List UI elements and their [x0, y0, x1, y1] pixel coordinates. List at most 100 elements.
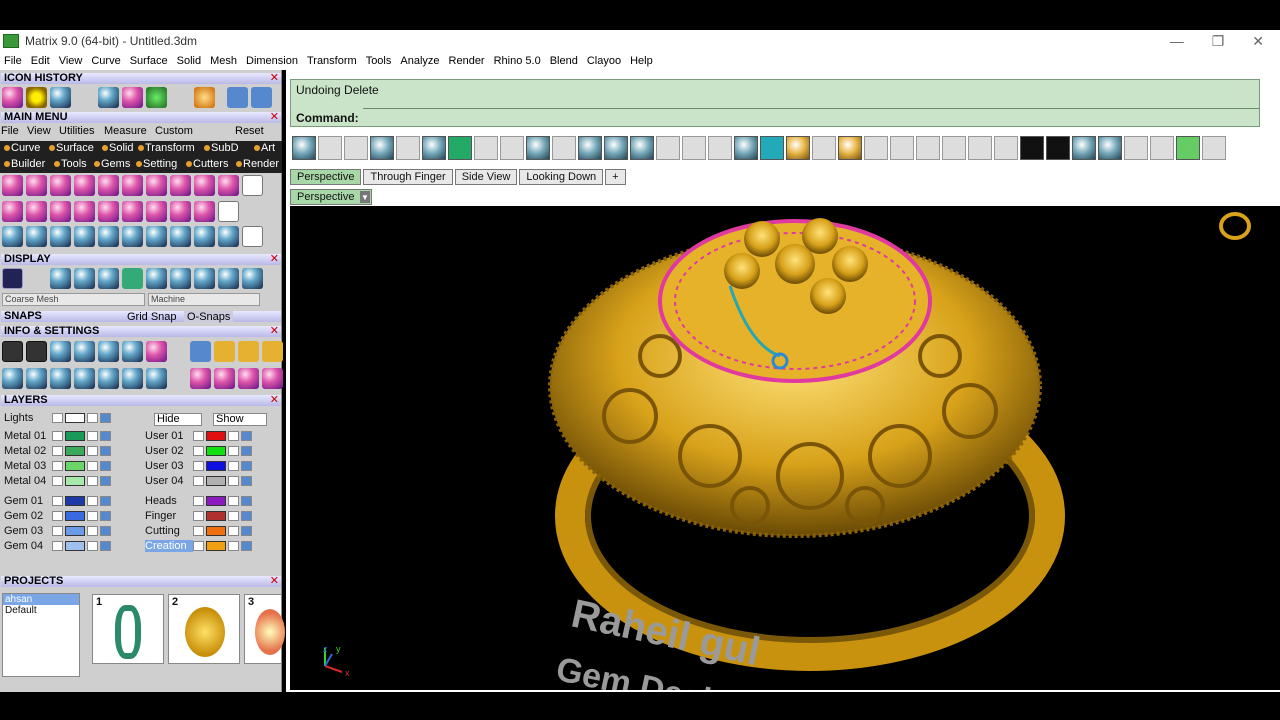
projects-list[interactable]: ahsan Default — [2, 593, 80, 677]
arrow-icon[interactable] — [146, 226, 167, 247]
project-thumb-1[interactable]: 1 — [92, 594, 164, 664]
box-icon[interactable] — [122, 175, 143, 196]
layer-name[interactable]: Finger — [145, 510, 193, 522]
wireframe-icon[interactable] — [2, 268, 23, 289]
fe-icon[interactable] — [552, 136, 576, 160]
menu-analyze[interactable]: Analyze — [400, 55, 439, 67]
dots-icon[interactable] — [812, 136, 836, 160]
bar-icon[interactable] — [838, 136, 862, 160]
move-icon[interactable] — [98, 226, 119, 247]
back-arrow-icon[interactable] — [227, 87, 248, 108]
lock-icon[interactable] — [228, 476, 239, 486]
p-icon[interactable] — [422, 136, 446, 160]
lock-icon[interactable] — [228, 526, 239, 536]
snap-d-icon[interactable] — [262, 341, 283, 362]
expand-toggle-icon[interactable] — [193, 461, 204, 471]
visible-icon[interactable] — [100, 496, 111, 506]
layer-name[interactable]: User 01 — [145, 430, 193, 442]
menu-view[interactable]: View — [59, 55, 83, 67]
layer-name[interactable]: User 04 — [145, 475, 193, 487]
menu-clayoo[interactable]: Clayoo — [587, 55, 621, 67]
brush-icon[interactable] — [170, 87, 191, 108]
cylinder-tb-icon[interactable] — [1072, 136, 1096, 160]
osnaps-toggle[interactable]: O-Snaps — [184, 311, 234, 323]
capsule-icon[interactable] — [50, 87, 71, 108]
layer-color-swatch[interactable] — [65, 431, 85, 441]
box-info-icon[interactable] — [74, 341, 95, 362]
expand-toggle-icon[interactable] — [52, 413, 63, 423]
arc-icon[interactable] — [122, 87, 143, 108]
gear-icon[interactable] — [194, 87, 215, 108]
pattern-icon[interactable] — [396, 136, 420, 160]
menu-solid[interactable]: Solid — [177, 55, 201, 67]
expand-toggle-icon[interactable] — [193, 446, 204, 456]
tab-through-finger[interactable]: Through Finger — [363, 169, 453, 185]
spaceship-icon[interactable] — [292, 136, 316, 160]
display-mode-select[interactable]: Machine — [148, 293, 260, 306]
circle-icon[interactable] — [318, 136, 342, 160]
cylinder-icon[interactable] — [2, 87, 23, 108]
close-icon[interactable]: ✕ — [270, 73, 279, 84]
visible-icon[interactable] — [241, 431, 252, 441]
layer-name[interactable]: Gem 03 — [4, 525, 52, 537]
ring-c-icon[interactable] — [238, 368, 259, 389]
plane-icon[interactable] — [448, 136, 472, 160]
menu-surface[interactable]: Surface — [130, 55, 168, 67]
scale-icon[interactable] — [122, 226, 143, 247]
close-icon[interactable]: ✕ — [270, 395, 279, 406]
mm-utilities[interactable]: Utilities — [59, 125, 94, 137]
grid-icon[interactable] — [2, 368, 23, 389]
lock-icon[interactable] — [87, 511, 98, 521]
render-icon[interactable] — [50, 268, 71, 289]
close-x-icon[interactable] — [864, 136, 888, 160]
save-icon[interactable] — [734, 136, 758, 160]
expand-toggle-icon[interactable] — [52, 431, 63, 441]
mirror-icon[interactable] — [578, 136, 602, 160]
layer-color-swatch[interactable] — [65, 541, 85, 551]
sphere-a-icon[interactable] — [146, 268, 167, 289]
expand-toggle-icon[interactable] — [193, 511, 204, 521]
visible-icon[interactable] — [241, 476, 252, 486]
sphere-b-icon[interactable] — [170, 268, 191, 289]
lock-icon[interactable] — [228, 431, 239, 441]
sphere-c-icon[interactable] — [194, 268, 215, 289]
split-icon[interactable] — [74, 226, 95, 247]
lock-icon[interactable] — [87, 461, 98, 471]
menu-blend[interactable]: Blend — [550, 55, 578, 67]
visible-icon[interactable] — [100, 511, 111, 521]
gear-settings-icon[interactable] — [786, 136, 810, 160]
cat-transform[interactable]: Transform — [138, 142, 195, 154]
visible-icon[interactable] — [241, 461, 252, 471]
grid-snap-toggle[interactable]: Grid Snap — [127, 311, 177, 323]
layer-color-swatch[interactable] — [65, 446, 85, 456]
mm-view[interactable]: View — [27, 125, 51, 137]
trim-icon[interactable] — [50, 226, 71, 247]
visible-icon[interactable] — [100, 431, 111, 441]
list-icon[interactable] — [146, 368, 167, 389]
up-down-icon[interactable] — [942, 136, 966, 160]
ring-icon[interactable] — [26, 175, 47, 196]
gem-icon[interactable] — [26, 87, 47, 108]
tab-perspective[interactable]: Perspective — [290, 169, 362, 185]
menu-render[interactable]: Render — [449, 55, 485, 67]
xray-icon[interactable] — [98, 268, 119, 289]
circle-icon[interactable] — [242, 226, 263, 247]
sphere-e-icon[interactable] — [242, 268, 263, 289]
layer-color-swatch[interactable] — [206, 496, 226, 506]
layer-color-swatch[interactable] — [206, 461, 226, 471]
layer-name[interactable]: Creation — [145, 540, 193, 552]
pyramid-icon[interactable] — [170, 201, 191, 222]
close-icon[interactable]: ✕ — [270, 326, 279, 337]
lock-icon[interactable] — [228, 446, 239, 456]
torus-icon[interactable] — [2, 175, 23, 196]
settings-icon[interactable] — [2, 341, 23, 362]
command-input[interactable] — [363, 108, 1259, 126]
mm-reset[interactable]: Reset — [235, 125, 264, 137]
mm-measure[interactable]: Measure — [104, 125, 147, 137]
lock-tb-icon[interactable] — [1124, 136, 1148, 160]
cat-cutters[interactable]: Cutters — [186, 158, 228, 170]
viewport-label[interactable]: Perspective ▼ — [290, 189, 372, 205]
sphere-icon[interactable] — [50, 201, 71, 222]
ring-b-icon[interactable] — [214, 368, 235, 389]
gem-view-icon[interactable] — [526, 136, 550, 160]
